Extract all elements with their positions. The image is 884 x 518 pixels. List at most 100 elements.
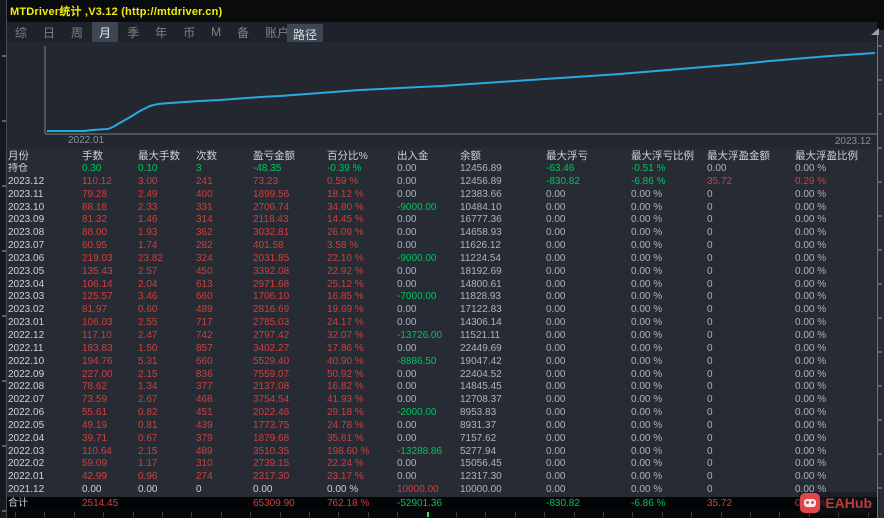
cell: -8886.50 [397, 355, 437, 367]
cell: 11828.93 [460, 291, 501, 303]
total-row[interactable]: 合计 2514.45 65309.90 762.18 % -52901.36 -830.8… [0, 496, 877, 511]
tab-备[interactable]: 备 [230, 22, 256, 43]
table-row[interactable]: 2022.08 78.62 1.34 377 2137.08 16.82 % 0.00 148… [0, 381, 877, 394]
column-header: 月份 [8, 150, 29, 162]
cell: 40.90 % [327, 355, 364, 367]
table-row[interactable]: 2022.10 194.76 5.31 660 5529.40 40.90 % -8886.… [0, 356, 877, 369]
cell [138, 497, 196, 511]
table-row[interactable]: 2023.10 88.18 2.33 331 2706.74 34.80 % -9000.0… [0, 202, 877, 215]
ruler-tick [44, 512, 46, 517]
ruler-tick [878, 419, 882, 421]
ruler-tick [2, 315, 6, 317]
table-row[interactable]: 2023.05 135.43 2.57 450 3392.08 22.92 % 0.00 18… [0, 266, 877, 279]
cell: 0.00 % [795, 227, 827, 239]
cell: 2022.08 [8, 381, 45, 393]
table-row[interactable]: 2023.12 110.12 3.00 241 73.23 0.59 % 0.00 12456… [0, 176, 877, 189]
table-row[interactable]: 2022.01 42.99 0.96 274 2317.30 23.17 % 0.00 123… [0, 471, 877, 484]
ruler-tick [162, 512, 163, 517]
monthly-stats-table: 月份 手数 最大手数 次数 盈亏金额 百分比% 出入金 余额 最大浮亏 最大浮亏比例 最大浮盈金额 最… [0, 149, 877, 511]
cell: 0.00 [397, 381, 417, 393]
cell: 23.17 % [327, 471, 364, 483]
cell: 0.00 [546, 317, 566, 329]
cell: 362 [196, 227, 213, 239]
cell: 50.92 % [327, 368, 364, 380]
cell: 0.00 [546, 432, 566, 444]
column-header: 次数 [196, 150, 217, 162]
column-header: 最大浮亏 [546, 150, 588, 162]
table-row[interactable]: 2022.02 59.09 1.17 310 2739.15 22.24 % 0.00 150… [0, 458, 877, 471]
cell: 0.29 % [795, 175, 827, 187]
tab-年[interactable]: 年 [148, 22, 174, 43]
table-row[interactable]: 2023.09 81.32 1.46 314 2118.43 14.45 % 0.00 167… [0, 214, 877, 227]
table-row[interactable]: 2022.07 73.59 2.67 468 3754.54 41.93 % 0.00 127… [0, 394, 877, 407]
cell: -52901.36 [397, 497, 443, 509]
cell: 7559.07 [253, 368, 290, 380]
cell: 1879.68 [253, 432, 290, 444]
cell: 11626.12 [460, 240, 501, 252]
ruler-tick [878, 215, 882, 217]
cell: 0.00 [546, 201, 566, 213]
cell: 0.00 [546, 419, 566, 431]
ruler-tick [632, 512, 634, 517]
ruler-tick [485, 512, 487, 517]
tab-季[interactable]: 季 [120, 22, 146, 43]
table-row[interactable]: 持仓 0.30 0.10 3 -48.35 -0.39 % 0.00 12456.89 -63.… [0, 163, 877, 176]
cell: 0 [707, 407, 713, 419]
table-row[interactable]: 2022.09 227.00 2.15 836 7559.07 50.92 % 0.00 22… [0, 369, 877, 382]
tab-综[interactable]: 综 [8, 22, 34, 43]
cell: 0.00 % [631, 317, 663, 329]
table-row[interactable]: 2022.05 49.19 0.81 439 1773.75 24.78 % 0.00 893… [0, 420, 877, 433]
ruler-tick [750, 512, 751, 517]
table-row[interactable]: 2023.02 81.97 0.60 489 2816.69 19.69 % 0.00 171… [0, 304, 877, 317]
cell: 0 [707, 368, 713, 380]
table-row[interactable]: 2023.08 88.00 1.93 362 3032.81 26.09 % 0.00 146… [0, 227, 877, 240]
cell: 0.00 [397, 471, 417, 483]
table-row[interactable]: 2023.11 79.28 2.49 400 1899.56 18.12 % 0.00 123… [0, 189, 877, 202]
cell: 183.83 [82, 342, 113, 354]
table-row[interactable]: 2022.12 117.10 2.47 742 2797.42 32.07 % -13726… [0, 330, 877, 343]
ruler-tick [878, 181, 882, 183]
table-row[interactable]: 2021.12 0.00 0.00 0 0.00 0.00 % 10000.00 10000.… [0, 484, 877, 497]
table-row[interactable]: 2023.07 60.95 1.74 282 401.58 3.58 % 0.00 11626… [0, 240, 877, 253]
table-row[interactable]: 2023.03 125.57 3.46 660 1706.10 16.85 % -7000.… [0, 291, 877, 304]
table-row[interactable]: 2022.04 39.71 0.67 379 1879.68 35.61 % 0.00 715… [0, 433, 877, 446]
cell: -63.46 [546, 163, 575, 174]
tab-M[interactable]: M [204, 23, 228, 41]
table-row[interactable]: 2023.04 106.14 2.04 613 2971.68 25.12 % 0.00 14… [0, 279, 877, 292]
cell: 2023.01 [8, 317, 45, 329]
cell: 7157.62 [460, 432, 497, 444]
table-row[interactable]: 2022.06 55.61 0.82 451 2022.46 29.18 % -2000.0… [0, 407, 877, 420]
cell: 0 [707, 419, 713, 431]
cell: 24.17 % [327, 317, 364, 329]
cell: 14306.14 [460, 317, 502, 329]
ruler-tick [15, 512, 16, 517]
cell: -830.82 [546, 175, 580, 187]
cell: 742 [196, 329, 213, 341]
cell: 0.67 [138, 432, 158, 444]
cell [460, 497, 546, 511]
cell: 14.45 % [327, 214, 364, 226]
tab-月[interactable]: 月 [92, 21, 119, 43]
eahub-label: EAHub [825, 495, 872, 511]
table-row[interactable]: 2023.06 219.03 23.82 324 2031.85 22.10 % -9000… [0, 253, 877, 266]
cell: 26.09 % [327, 227, 364, 239]
cell: 0 [707, 445, 713, 457]
tab-币[interactable]: 币 [176, 22, 202, 43]
cell: 0.00 [546, 381, 566, 393]
cell: 24.78 % [327, 419, 364, 431]
tab-日[interactable]: 日 [36, 22, 62, 43]
ruler-tick [661, 512, 663, 517]
cell: 35.72 [707, 497, 733, 509]
tab-周[interactable]: 周 [64, 22, 90, 43]
resize-grip-icon[interactable] [871, 28, 879, 35]
cell: 14845.45 [460, 381, 502, 393]
cell: 0.00 % [795, 291, 827, 303]
ruler-tick [220, 512, 222, 517]
table-row[interactable]: 2023.01 106.03 2.55 717 2785.03 24.17 % 0.00 14… [0, 317, 877, 330]
column-header: 最大浮亏比例 [631, 150, 694, 162]
table-row[interactable]: 2022.11 183.83 1.50 857 3402.27 17.86 % 0.00 22… [0, 343, 877, 356]
cell: 12456.89 [460, 163, 502, 174]
table-row[interactable]: 2022.03 110.64 2.15 489 3510.35 198.60 % -1328… [0, 446, 877, 459]
cell: 2023.07 [8, 240, 45, 252]
cell: 0.00 [546, 342, 566, 354]
